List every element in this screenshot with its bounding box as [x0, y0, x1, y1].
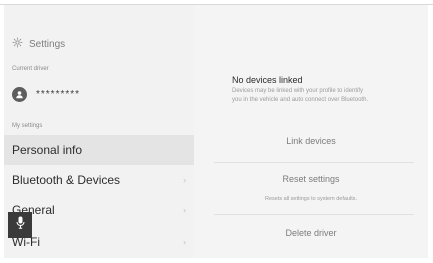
sidebar-item-bluetooth-devices[interactable]: Bluetooth & Devices ›	[4, 165, 194, 195]
sidebar-item-label: Personal info	[12, 143, 83, 157]
divider	[214, 162, 414, 163]
voice-button[interactable]	[8, 212, 32, 238]
microphone-icon	[16, 216, 25, 234]
current-driver-label: Current driver	[12, 66, 49, 72]
reset-settings-description: Resets all settings to system defaults.	[264, 196, 357, 202]
link-devices-button[interactable]: Link devices	[194, 136, 428, 146]
my-settings-label: My settings	[12, 123, 43, 129]
sidebar-item-personal-info[interactable]: Personal info	[4, 135, 194, 165]
sidebar-item-wifi[interactable]: Wi-Fi ›	[4, 227, 194, 257]
chevron-right-icon: ›	[183, 175, 186, 185]
current-driver-row[interactable]: *********	[12, 86, 80, 102]
chevron-right-icon: ›	[183, 237, 186, 247]
divider	[214, 214, 414, 215]
gear-icon	[12, 37, 23, 51]
settings-header: Settings	[12, 37, 65, 51]
sidebar-item-label: Bluetooth & Devices	[12, 173, 121, 187]
delete-driver-button[interactable]: Delete driver	[194, 228, 428, 238]
settings-title: Settings	[29, 38, 66, 50]
settings-screen: Settings Current driver ********* My set…	[4, 5, 428, 258]
sidebar: Settings Current driver ********* My set…	[4, 5, 194, 258]
no-devices-title: No devices linked	[232, 75, 303, 85]
no-devices-description: Devices may be linked with your profile …	[232, 88, 369, 103]
main-panel: No devices linked Devices may be linked …	[194, 5, 428, 258]
chevron-right-icon: ›	[183, 205, 186, 215]
person-icon	[12, 86, 27, 102]
sidebar-item-general[interactable]: General ›	[4, 195, 194, 225]
reset-settings-button[interactable]: Reset settings	[194, 174, 428, 184]
driver-name: *********	[36, 88, 81, 100]
